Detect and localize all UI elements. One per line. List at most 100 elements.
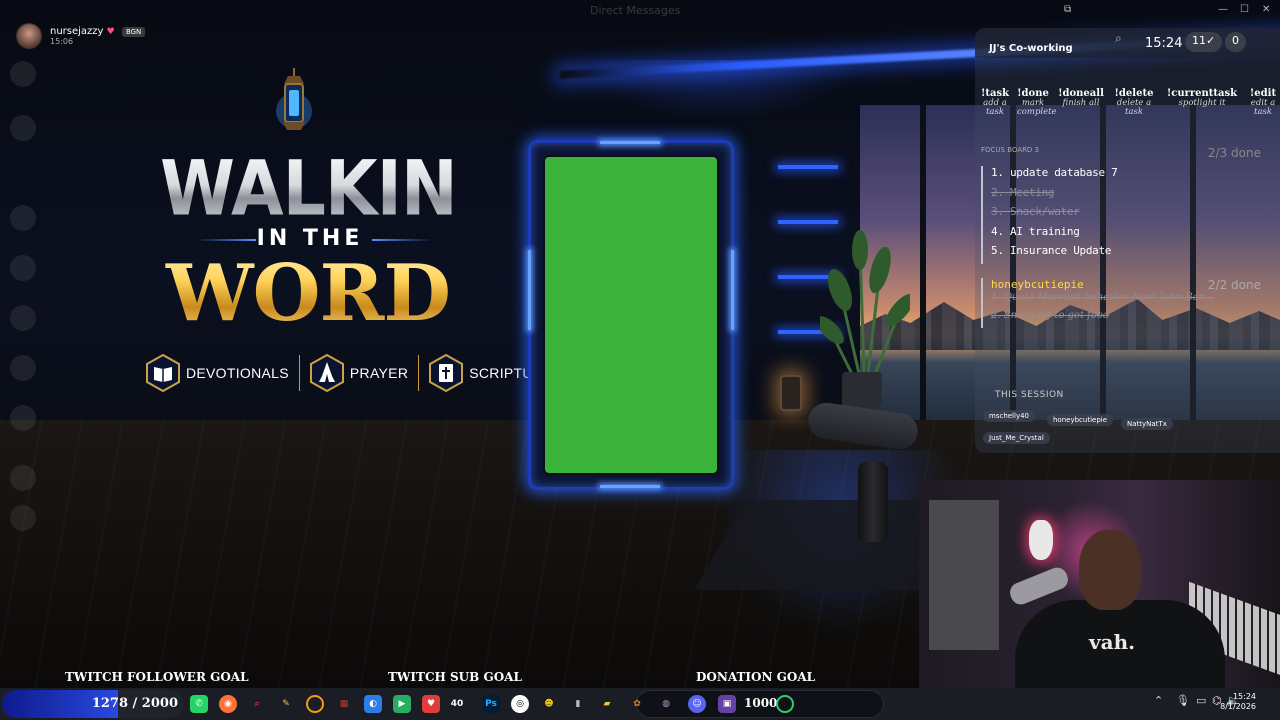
username: nursejazzy [50,26,104,37]
board-label: FOCUS BOARD 3 [981,146,1040,154]
list-item: 2. Sneak off to get food [991,309,1110,321]
window-title: Direct Messages [590,4,681,17]
emoji-icon[interactable]: ☻ [540,695,558,713]
whatsapp-icon[interactable]: ✆ [190,695,208,713]
command-currenttask: !currenttask spotlight it [1166,88,1238,108]
minimize-icon[interactable]: — [1218,4,1228,15]
frame-accent [600,485,660,488]
heart-app-icon[interactable]: ♥ [422,695,440,713]
zero-badge: 0 [1225,32,1246,52]
close-icon[interactable]: ✕ [1262,4,1270,15]
list-item: 2. Meeting [991,185,1055,199]
session-user-chip: NattyNatTx [1121,418,1173,430]
session-label: THIS SESSION [995,390,1064,400]
command-doneall: !doneall finish all [1058,88,1104,108]
firefox-icon[interactable]: ◉ [219,695,237,713]
chatgpt-icon[interactable]: ◎ [511,695,529,713]
badge-label: PRAYER [349,365,409,381]
shelf-light [778,220,838,224]
sub-goal-label: TWITCH SUB GOAL [388,670,522,684]
user-task-done: 2/2 done [1207,277,1261,292]
list-item: 1. update database 7 [991,166,1118,179]
session-user-chip: Just_Me_Crystal [983,432,1050,444]
donation-goal-label: DONATION GOAL [696,670,816,684]
list-item: 5. Insurance Update [991,244,1112,257]
folder-icon[interactable]: ▰ [598,695,616,713]
calendar-icon[interactable]: ▦ [335,695,353,713]
badge-prayer: PRAYER [309,354,409,392]
focus-board: FOCUS BOARD 3 2/3 done 1. update databas… [981,146,1273,328]
list-item: 3. Snack/water [991,205,1080,218]
shirt-text: vah. [1089,630,1136,654]
play-icon[interactable]: ▶ [393,695,411,713]
green-screen-frame [528,140,734,490]
coworking-time: 15:24 [1145,36,1183,51]
microphone-tray-icon[interactable]: 🎙 [1176,694,1190,707]
badge-label: DEVOTIONALS [186,365,289,381]
divider [298,355,300,391]
coworking-title: JJ's Co-working [989,43,1073,54]
streamer-user[interactable]: nursejazzy ♥ BGN 15:06 [16,23,146,49]
streamer-head [1079,530,1141,610]
screen-share-icon[interactable]: ⧉ [1064,4,1071,15]
lantern-icon [276,68,312,130]
browser-icon[interactable]: ◐ [364,695,382,713]
frame-accent [731,250,734,330]
command-edit: !edit edit a task [1249,88,1277,117]
search-icon[interactable]: ⌕ [1115,31,1122,46]
twitch-icon[interactable]: ▣ [718,695,736,713]
completed-count-badge: 11✓ [1185,32,1223,52]
title-word: WORD [148,248,468,339]
app-icon[interactable]: ▮ [569,695,587,713]
user-task-group: honeybcutiepie 2/2 done 1. Quote Mannish… [981,277,1273,328]
guitar-icon [1029,520,1053,560]
command-delete: !delete delete a task [1114,88,1154,117]
avatar[interactable] [16,23,42,49]
discord-icon[interactable]: ☺ [688,695,706,713]
user-time: 15:06 [50,37,74,46]
photoshop-icon[interactable]: Ps [482,695,500,713]
sub-goal-progress: 40 [450,699,464,709]
command-task: !task add a task [981,88,1010,117]
monitor-icon[interactable]: ▭ [1196,694,1206,707]
follower-goal-label: TWITCH FOLLOWER GOAL [65,670,249,684]
stylus-icon[interactable]: ✎ [277,695,295,713]
window-mullion [920,105,926,435]
follower-goal-bar: 1278 / 2000 [2,690,184,718]
user-task-name: honeybcutiepie [991,277,1084,291]
badge-devotionals: DEVOTIONALS [146,354,289,392]
shelf-light [778,165,838,169]
taskbar-clock[interactable]: 15:24 8/1/2026 [1220,692,1256,712]
session-user-chip: mschelly40 [983,410,1035,422]
follower-goal-progress: 1278 / 2000 [91,696,178,711]
maximize-icon[interactable]: ☐ [1240,4,1249,15]
board-done-count: 2/3 done [1207,146,1261,160]
settings-app-icon[interactable]: ✿ [628,695,646,713]
water-bottle [858,462,888,542]
clock-date: 8/1/2026 [1220,702,1256,711]
heart-icon: ♥ [106,27,115,37]
praying-hands-icon [309,354,344,392]
search-app-icon[interactable]: ⌕ [248,695,266,713]
command-done: !done mark complete [1017,88,1057,117]
green-screen [543,155,719,475]
webcam-feed: vah. [919,480,1280,690]
book-icon [146,354,180,392]
timer-icon[interactable] [306,695,324,713]
chevron-up-icon[interactable]: ⌃ [1154,694,1163,707]
fingerprint-icon[interactable]: ◍ [657,695,675,713]
donation-goal-progress: 1000 [744,696,778,710]
frame-accent [600,141,660,144]
floor-lantern [780,375,802,411]
discord-sidebar-ghost [0,55,140,655]
command-list: !task add a task !done mark complete !done… [981,88,1277,117]
bible-icon [429,354,464,392]
background-door [929,500,999,650]
coworking-panel: JJ's Co-working ⌕ 15:24 11✓ 0 !task add a… [975,28,1280,453]
list-item: 4. AI training [991,224,1080,238]
title-walking: WALKING [160,145,513,234]
frame-accent [528,250,531,330]
obs-icon[interactable] [776,695,794,713]
clock-time: 15:24 [1232,692,1256,701]
task-list: 1. update database 7 2. Meeting 3. Snack/w… [981,166,1273,264]
